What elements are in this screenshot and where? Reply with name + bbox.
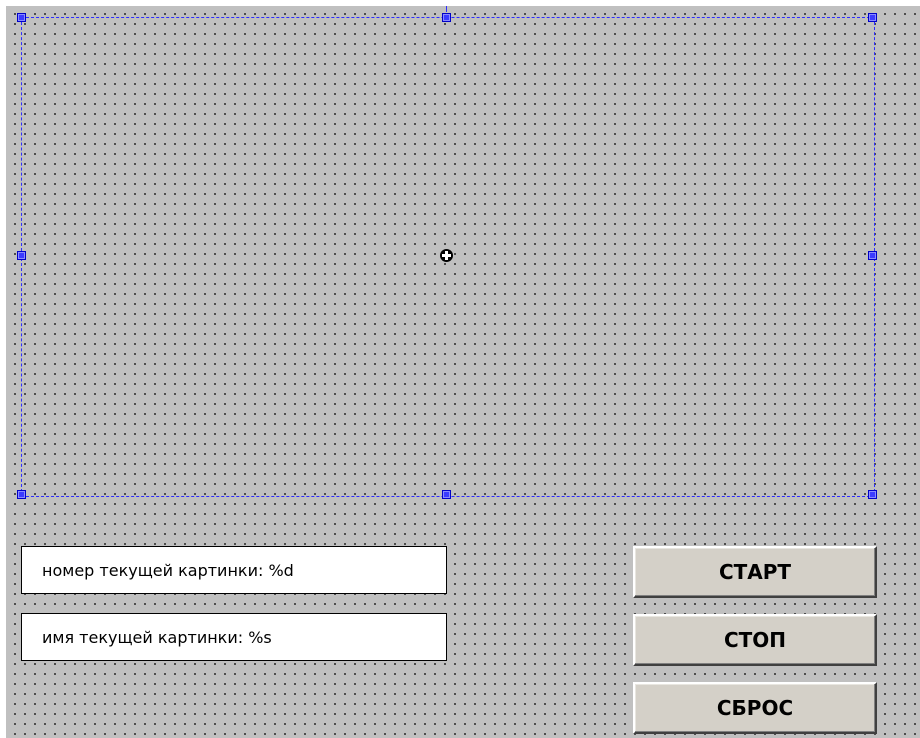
resize-handle-middle-left-icon[interactable] <box>17 251 26 260</box>
resize-handle-bottom-left-icon[interactable] <box>17 490 26 499</box>
resize-handle-middle-right-icon[interactable] <box>868 251 877 260</box>
current-picture-number-text: номер текущей картинки: %d <box>42 560 294 580</box>
start-button-label: СТАРТ <box>718 560 792 584</box>
start-button[interactable]: СТАРТ <box>633 546 877 598</box>
resize-handle-bottom-center-icon[interactable] <box>442 490 451 499</box>
reset-button-label: СБРОС <box>716 696 794 720</box>
stop-button-label: СТОП <box>723 628 787 652</box>
resize-handle-top-center-icon[interactable] <box>442 13 451 22</box>
resize-handle-top-left-icon[interactable] <box>17 13 26 22</box>
move-crosshair-icon[interactable] <box>440 249 453 262</box>
stop-button[interactable]: СТОП <box>633 614 877 666</box>
resize-handle-bottom-right-icon[interactable] <box>868 490 877 499</box>
resize-handle-top-right-icon[interactable] <box>868 13 877 22</box>
current-picture-name-field[interactable]: имя текущей картинки: %s <box>21 613 447 661</box>
dialog-design-surface[interactable]: номер текущей картинки: %d имя текущей к… <box>6 6 920 738</box>
current-picture-name-text: имя текущей картинки: %s <box>42 627 272 647</box>
top-guide-tick <box>446 6 447 12</box>
current-picture-number-field[interactable]: номер текущей картинки: %d <box>21 546 447 594</box>
reset-button[interactable]: СБРОС <box>633 682 877 734</box>
